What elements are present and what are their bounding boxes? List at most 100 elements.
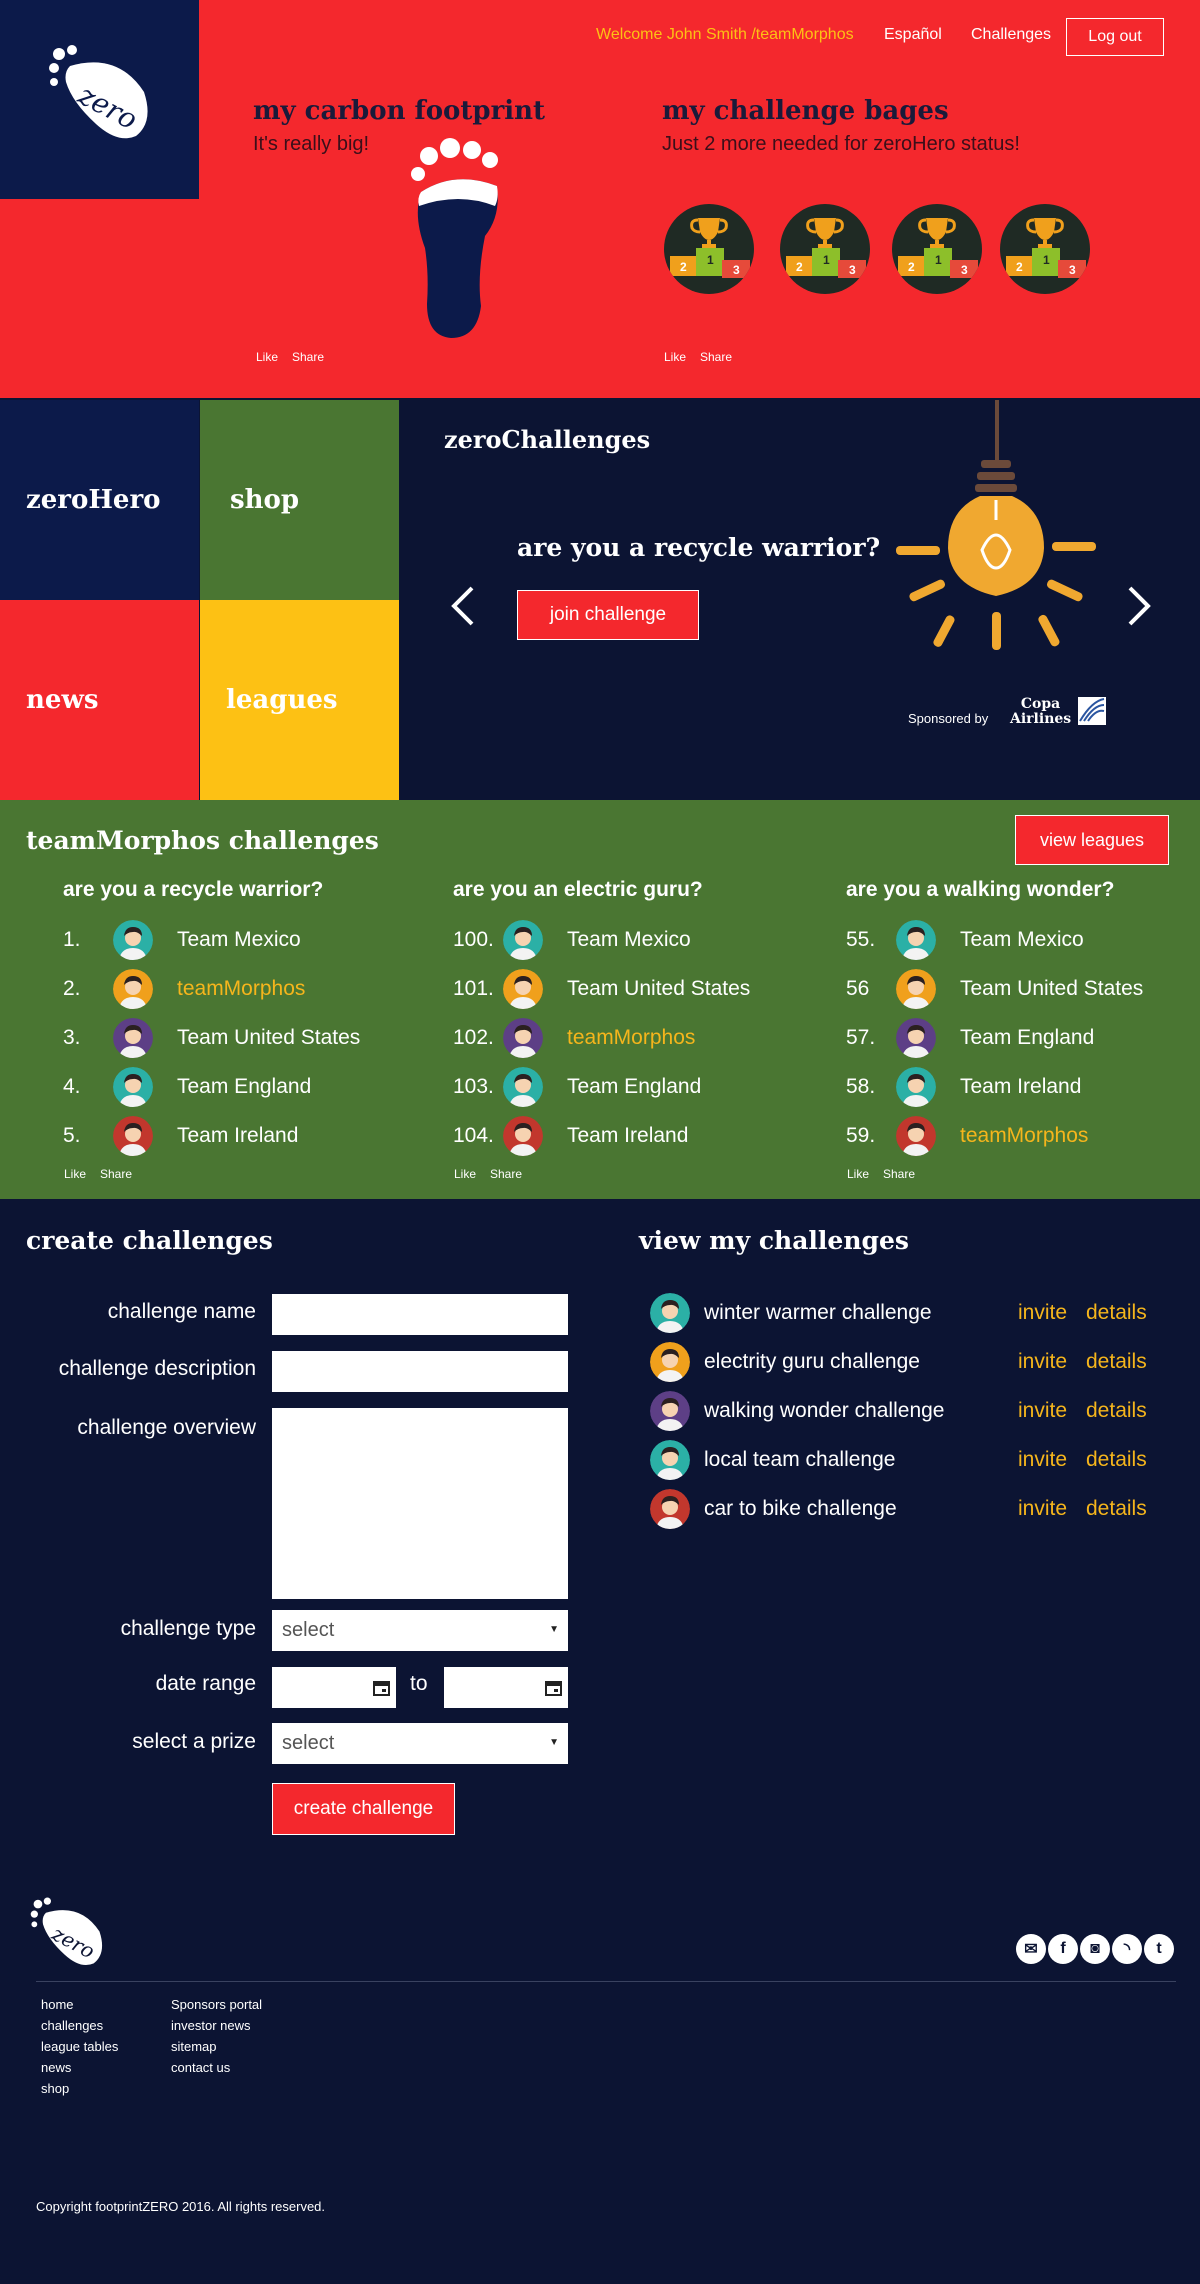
rank: 55. <box>846 928 876 951</box>
invite-link[interactable]: invite <box>1018 1448 1067 1472</box>
avatar <box>650 1440 690 1480</box>
team-name[interactable]: Team Mexico <box>960 928 1084 952</box>
team-name[interactable]: Team Ireland <box>177 1124 298 1148</box>
date-from-input[interactable] <box>272 1667 396 1708</box>
view-leagues-button[interactable]: view leagues <box>1015 815 1169 865</box>
footer-link[interactable]: investor news <box>171 2015 250 2036</box>
calendar-icon[interactable] <box>373 1680 390 1696</box>
footer-link[interactable]: home <box>41 1994 74 2015</box>
challenge-overview-label: challenge overview <box>77 1416 256 1439</box>
challenge-overview-textarea[interactable] <box>272 1408 568 1599</box>
share-link[interactable]: Share <box>883 1167 915 1181</box>
badges-share-link[interactable]: Share <box>700 350 732 364</box>
chevron-down-icon: ▼ <box>549 1737 559 1748</box>
details-link[interactable]: details <box>1086 1497 1147 1521</box>
tile-zerohero[interactable]: zeroHero <box>0 400 199 600</box>
rank: 104. <box>453 1124 494 1147</box>
language-link[interactable]: Español <box>884 26 942 44</box>
avatar <box>650 1489 690 1529</box>
challenge-description-input[interactable] <box>272 1351 568 1392</box>
team-name[interactable]: Team Mexico <box>177 928 301 952</box>
instagram-icon[interactable]: ◙ <box>1080 1934 1110 1964</box>
carbon-share-link[interactable]: Share <box>292 350 324 364</box>
rss-icon[interactable]: ◝ <box>1112 1934 1142 1964</box>
twitter-icon[interactable]: t <box>1144 1934 1174 1964</box>
sponsor-logo[interactable]: Copa Airlines <box>1010 697 1071 727</box>
carbon-like-link[interactable]: Like <box>256 350 278 364</box>
like-link[interactable]: Like <box>847 1167 869 1181</box>
share-link[interactable]: Share <box>490 1167 522 1181</box>
svg-text:2: 2 <box>680 260 687 274</box>
details-link[interactable]: details <box>1086 1350 1147 1374</box>
footer-link[interactable]: sitemap <box>171 2036 217 2057</box>
challenge-type-select[interactable]: select ▼ <box>272 1610 568 1651</box>
challenge-name[interactable]: electrity guru challenge <box>704 1350 920 1374</box>
svg-text:3: 3 <box>849 263 856 277</box>
table-row: 56 Team United States <box>846 969 1143 1009</box>
footer-link[interactable]: Sponsors portal <box>171 1994 262 2015</box>
team-name[interactable]: Team England <box>177 1075 311 1099</box>
invite-link[interactable]: invite <box>1018 1301 1067 1325</box>
challenge-type-label: challenge type <box>120 1617 256 1640</box>
table-row: 2. teamMorphos <box>63 969 305 1009</box>
table-row: 57. Team England <box>846 1018 1094 1058</box>
footer-link[interactable]: shop <box>41 2078 69 2099</box>
rank: 56 <box>846 977 870 1000</box>
challenge-name[interactable]: winter warmer challenge <box>704 1301 932 1325</box>
details-link[interactable]: details <box>1086 1301 1147 1325</box>
team-name[interactable]: Team England <box>567 1075 701 1099</box>
tile-shop[interactable]: shop <box>200 400 399 600</box>
footer-link[interactable]: league tables <box>41 2036 118 2057</box>
footer-logo-icon[interactable]: zero <box>30 1896 106 1970</box>
invite-link[interactable]: invite <box>1018 1497 1067 1521</box>
avatar <box>113 1067 153 1107</box>
logo-box[interactable]: zero <box>0 0 199 199</box>
facebook-icon[interactable]: f <box>1048 1934 1078 1964</box>
footer-link[interactable]: contact us <box>171 2057 230 2078</box>
challenge-name[interactable]: local team challenge <box>704 1448 895 1472</box>
details-link[interactable]: details <box>1086 1399 1147 1423</box>
invite-link[interactable]: invite <box>1018 1399 1067 1423</box>
calendar-icon[interactable] <box>545 1680 562 1696</box>
footer-link[interactable]: challenges <box>41 2015 103 2036</box>
challenge-name[interactable]: walking wonder challenge <box>704 1399 945 1423</box>
badges-like-link[interactable]: Like <box>664 350 686 364</box>
trophy-badge-icon: 2 1 3 <box>892 204 982 294</box>
email-icon[interactable]: ✉ <box>1016 1934 1046 1964</box>
team-name[interactable]: teamMorphos <box>960 1124 1088 1148</box>
footer-link[interactable]: news <box>41 2057 71 2078</box>
team-name[interactable]: teamMorphos <box>567 1026 695 1050</box>
tile-leagues[interactable]: leagues <box>200 600 399 800</box>
team-name[interactable]: teamMorphos <box>177 977 305 1001</box>
team-name[interactable]: Team England <box>960 1026 1094 1050</box>
team-name[interactable]: Team Ireland <box>960 1075 1081 1099</box>
team-name[interactable]: Team Mexico <box>567 928 691 952</box>
create-challenge-button[interactable]: create challenge <box>272 1783 455 1835</box>
logout-button[interactable]: Log out <box>1066 18 1164 56</box>
details-link[interactable]: details <box>1086 1448 1147 1472</box>
avatar <box>896 1067 936 1107</box>
team-name[interactable]: Team United States <box>960 977 1143 1001</box>
svg-text:2: 2 <box>1016 260 1023 274</box>
avatar <box>503 1116 543 1156</box>
team-name[interactable]: Team Ireland <box>567 1124 688 1148</box>
challenge-name-input[interactable] <box>272 1294 568 1335</box>
table-row: 55. Team Mexico <box>846 920 1084 960</box>
next-arrow-icon[interactable] <box>1124 585 1154 627</box>
list-item: electrity guru challenge invite details <box>650 1342 1170 1382</box>
join-challenge-button[interactable]: join challenge <box>517 590 699 640</box>
challenges-link[interactable]: Challenges <box>971 26 1051 44</box>
share-link[interactable]: Share <box>100 1167 132 1181</box>
invite-link[interactable]: invite <box>1018 1350 1067 1374</box>
challenge-name[interactable]: car to bike challenge <box>704 1497 897 1521</box>
prev-arrow-icon[interactable] <box>448 585 478 627</box>
like-link[interactable]: Like <box>454 1167 476 1181</box>
team-name[interactable]: Team United States <box>177 1026 360 1050</box>
prize-select[interactable]: select ▼ <box>272 1723 568 1764</box>
tile-news[interactable]: news <box>0 600 199 800</box>
date-to-input[interactable] <box>444 1667 568 1708</box>
rank: 1. <box>63 928 81 951</box>
team-name[interactable]: Team United States <box>567 977 750 1001</box>
avatar <box>503 1018 543 1058</box>
like-link[interactable]: Like <box>64 1167 86 1181</box>
